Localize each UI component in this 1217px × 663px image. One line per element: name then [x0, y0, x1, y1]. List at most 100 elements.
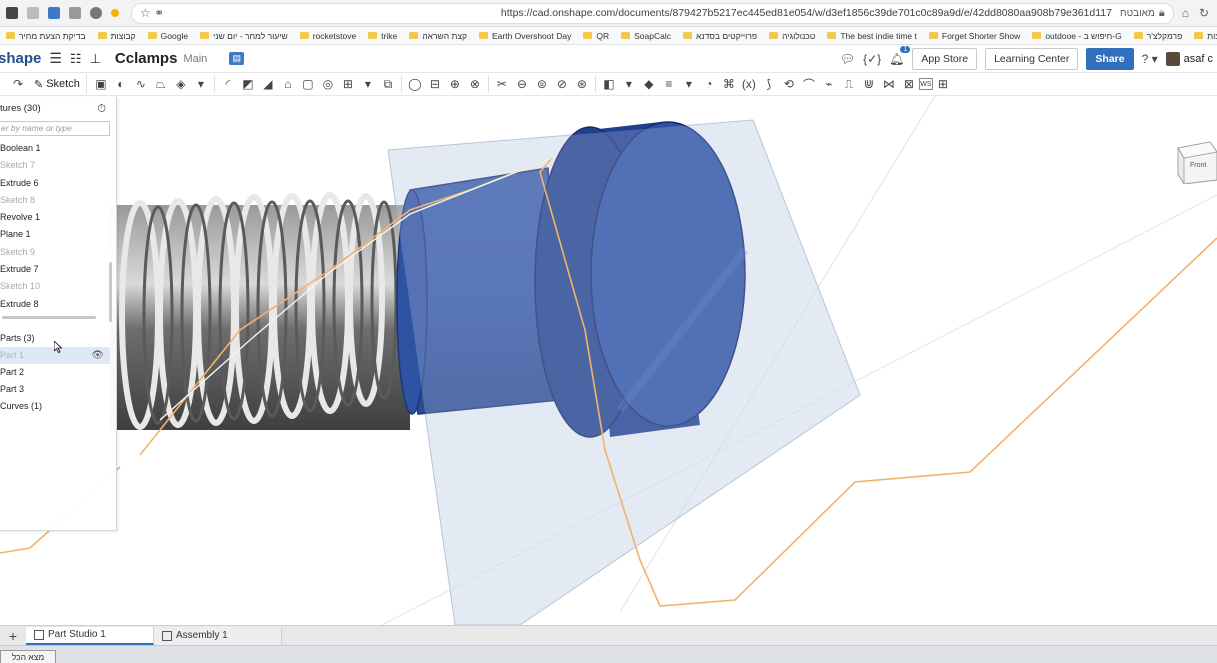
add-custom-feature-icon[interactable]: ⊞: [933, 74, 953, 94]
taskbar-search[interactable]: מצא הכל: [0, 650, 56, 663]
extension-icon[interactable]: [90, 7, 102, 19]
wrap-icon[interactable]: ⟲: [779, 74, 799, 94]
feature-item[interactable]: Sketch 9: [0, 244, 110, 261]
dropdown-icon[interactable]: ▾: [619, 74, 639, 94]
sweep-icon[interactable]: ∿: [131, 74, 151, 94]
move-face-icon[interactable]: ⊖: [512, 74, 532, 94]
draft-icon[interactable]: ◢: [258, 74, 278, 94]
extension-icon[interactable]: [69, 7, 81, 19]
projected-curve-icon[interactable]: ⎍: [839, 74, 859, 94]
vertical-scrollbar[interactable]: [109, 262, 112, 322]
composite-curve-icon[interactable]: ⌁: [819, 74, 839, 94]
replace-face-icon[interactable]: ⊜: [532, 74, 552, 94]
feature-item[interactable]: Sketch 10: [0, 278, 110, 295]
thicken-icon[interactable]: ◈: [171, 74, 191, 94]
feature-item[interactable]: Plane 1: [0, 226, 110, 243]
mate-connector-icon[interactable]: ◆: [639, 74, 659, 94]
add-tab-icon[interactable]: +: [0, 628, 26, 644]
feature-item[interactable]: Sketch 7: [0, 157, 110, 174]
feature-item[interactable]: Extrude 6: [0, 175, 110, 192]
notification-icon[interactable]: 🔔︎ 1: [889, 46, 911, 66]
curves-header[interactable]: Curves (1): [0, 398, 110, 415]
fit-spline-icon[interactable]: ⊠: [899, 74, 919, 94]
reload-icon[interactable]: ↻: [1199, 6, 1209, 20]
part-item[interactable]: Part 2: [0, 364, 110, 381]
part-item[interactable]: Part 3: [0, 381, 110, 398]
eye-icon[interactable]: 👁︎: [91, 347, 104, 364]
offset-surface-icon[interactable]: ⊘: [552, 74, 572, 94]
view-cube[interactable]: Front Z: [1170, 140, 1217, 184]
rib-icon[interactable]: ⌂: [278, 74, 298, 94]
address-bar[interactable]: ☆ ⚭ https://cad.onshape.com/documents/87…: [131, 2, 1174, 24]
measure-icon[interactable]: ◔: [699, 74, 719, 94]
bridging-curve-icon[interactable]: ⌒: [799, 74, 819, 94]
helix-icon[interactable]: ⟆: [759, 74, 779, 94]
tab-assembly[interactable]: Assembly 1: [154, 626, 282, 645]
bookmark-item[interactable]: קבוצות: [92, 31, 142, 41]
bookmark-item[interactable]: שיעור למחר - יום שני: [194, 31, 294, 41]
bookmark-item[interactable]: קבוצות: [1188, 31, 1217, 41]
help-icon[interactable]: ? ▾: [1142, 52, 1158, 66]
pattern-icon[interactable]: ⊞: [338, 74, 358, 94]
hole-icon[interactable]: ◎: [318, 74, 338, 94]
bookmark-item[interactable]: SoapCalc: [615, 31, 677, 41]
bookmark-item[interactable]: Forget Shorter Show: [923, 31, 1026, 41]
bookmark-item[interactable]: rocketstove: [294, 31, 362, 41]
mirror-icon[interactable]: ⧉: [378, 74, 398, 94]
dropdown-icon[interactable]: ▾: [358, 74, 378, 94]
redo-icon[interactable]: ↷: [8, 74, 28, 94]
chamfer-icon[interactable]: ◩: [238, 74, 258, 94]
feature-item[interactable]: Sketch 8: [0, 192, 110, 209]
graphics-viewport[interactable]: [0, 96, 1217, 625]
bookmark-item[interactable]: outdooe - חיפוש ב-G: [1026, 31, 1127, 41]
onshape-logo[interactable]: shape: [0, 50, 41, 67]
loft-icon[interactable]: ⏢: [151, 74, 171, 94]
comment-icon[interactable]: 💬︎: [840, 52, 855, 66]
feature-item[interactable]: Boolean 1: [0, 140, 110, 157]
horizontal-scrollbar[interactable]: [2, 316, 96, 319]
home-icon[interactable]: ⌂: [1182, 6, 1189, 20]
feature-filter-input[interactable]: er by name or type: [0, 121, 110, 136]
bookmark-item[interactable]: The best indie time t: [821, 31, 923, 41]
delete-part-icon[interactable]: ⊗: [465, 74, 485, 94]
app-icon[interactable]: [6, 7, 18, 19]
split-icon[interactable]: ⊟: [425, 74, 445, 94]
shell-icon[interactable]: ▢: [298, 74, 318, 94]
dropdown-icon[interactable]: ▾: [679, 74, 699, 94]
extension-icon[interactable]: [111, 9, 119, 17]
boolean-icon[interactable]: ◯: [405, 74, 425, 94]
user-menu[interactable]: asaf c: [1165, 52, 1213, 66]
share-button[interactable]: Share: [1086, 48, 1134, 70]
plane-icon[interactable]: ◧: [599, 74, 619, 94]
menu-icon[interactable]: ☰: [49, 50, 62, 67]
document-title[interactable]: Cclamps: [115, 50, 178, 67]
list-icon[interactable]: ≡: [659, 74, 679, 94]
bookmark-item[interactable]: בדיקת הצעת מחיר: [0, 31, 92, 41]
bookmark-item[interactable]: טכנולוגיה: [763, 31, 821, 41]
feature-item[interactable]: Extrude 7: [0, 261, 110, 278]
feature-item[interactable]: Extrude 8: [0, 296, 110, 313]
instance-list-icon[interactable]: ⊥: [90, 51, 101, 67]
extension-icon[interactable]: [27, 7, 39, 19]
sheetmetal-icon[interactable]: ⊛: [572, 74, 592, 94]
feature-list-icon[interactable]: ☷: [70, 51, 82, 67]
modify-fillet-icon[interactable]: ✂: [492, 74, 512, 94]
rollback-timer-icon[interactable]: ⏱︎: [97, 103, 106, 116]
revolve-icon[interactable]: ◐: [111, 74, 131, 94]
fillet-icon[interactable]: ◜: [218, 74, 238, 94]
isocline-icon[interactable]: ⋓: [859, 74, 879, 94]
extrude-icon[interactable]: ▣: [91, 74, 111, 94]
transform-icon[interactable]: ⊕: [445, 74, 465, 94]
bookmark-item[interactable]: פרוייקטים בסדנא: [677, 31, 763, 41]
bookmark-item[interactable]: פרמקלצ'ר: [1128, 31, 1189, 41]
ws-icon[interactable]: WS: [918, 78, 933, 90]
sketch-button[interactable]: ✎ Sketch: [28, 74, 87, 94]
intersection-curve-icon[interactable]: ⋈: [879, 74, 899, 94]
bookmark-star-icon[interactable]: ☆ ⚭: [140, 6, 164, 20]
bookmark-item[interactable]: QR: [577, 31, 615, 41]
learning-center-button[interactable]: Learning Center: [985, 48, 1079, 70]
app-store-button[interactable]: App Store: [912, 48, 978, 70]
feature-item[interactable]: Revolve 1: [0, 209, 110, 226]
render-icon[interactable]: ⌘: [719, 74, 739, 94]
dropdown-icon[interactable]: ▾: [191, 74, 211, 94]
